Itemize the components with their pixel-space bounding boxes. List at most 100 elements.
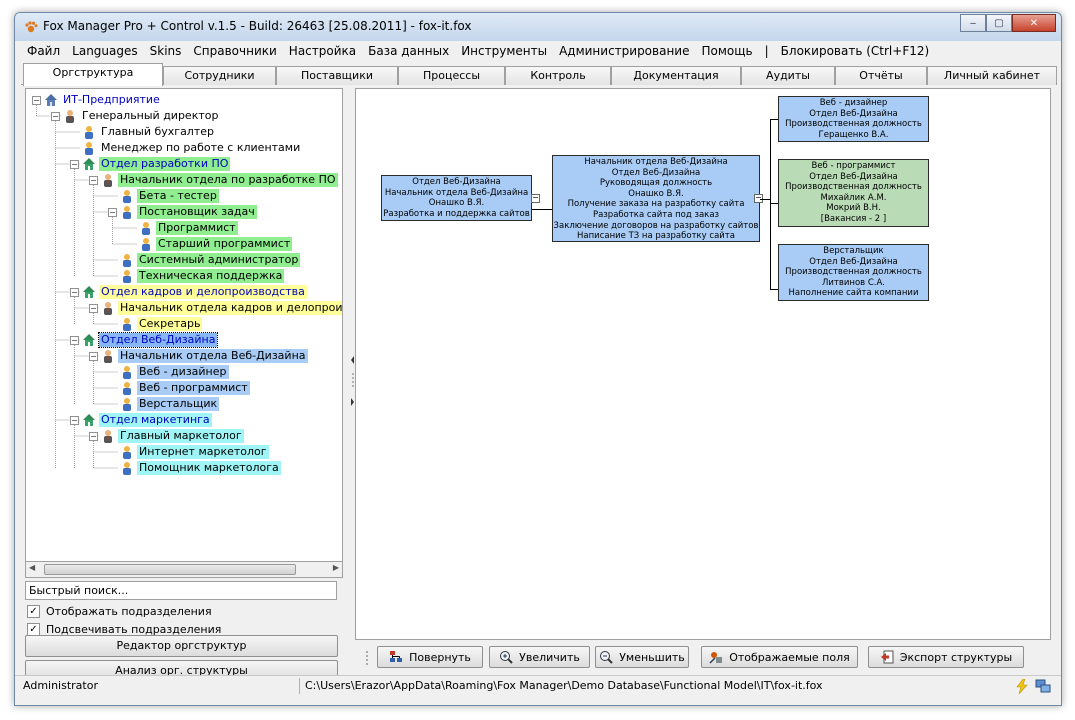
tree-collapse-icon[interactable]: − (89, 304, 98, 313)
menu-administration[interactable]: Администрирование (553, 44, 695, 58)
main-tabs: Оргструктура Сотрудники Поставщики Проце… (21, 63, 1057, 86)
tab-suppliers[interactable]: Поставщики (276, 66, 398, 85)
menu-references[interactable]: Справочники (187, 44, 282, 58)
tab-orgstructure[interactable]: Оргструктура (23, 63, 163, 86)
menu-tools[interactable]: Инструменты (455, 44, 553, 58)
left-panel: − ИТ-Предприятие − Генеральный директор Глав… (21, 86, 349, 682)
tab-employees[interactable]: Сотрудники (163, 66, 276, 85)
tree-node[interactable]: Отдел Веб-Дизайна (97, 332, 219, 348)
minimize-button[interactable]: ‒ (960, 14, 986, 32)
tree-node[interactable]: ИТ-Предприятие (61, 93, 162, 107)
tab-audits[interactable]: Аудиты (741, 66, 835, 85)
tree-node[interactable]: Отдел разработки ПО (99, 157, 231, 171)
tree-node[interactable]: Веб - дизайнер (137, 365, 229, 379)
menu-file[interactable]: Файл (21, 44, 66, 58)
menu-help[interactable]: Помощь (695, 44, 758, 58)
designer-box-line: Отдел Веб-Дизайна (809, 108, 898, 119)
scroll-right-icon[interactable]: ▶ (333, 563, 339, 572)
tree-node[interactable]: Секретарь (137, 317, 203, 331)
tree-node[interactable]: Отдел маркетинга (99, 413, 212, 427)
tab-reports[interactable]: Отчёты (835, 66, 927, 85)
tree-collapse-icon[interactable]: − (89, 176, 98, 185)
menu-languages[interactable]: Languages (66, 44, 143, 58)
org-tree[interactable]: − ИТ-Предприятие − Генеральный директор Глав… (25, 88, 343, 562)
tree-node[interactable]: Главный бухгалтер (99, 125, 216, 139)
menu-lock[interactable]: Блокировать (Ctrl+F12) (775, 44, 936, 58)
quick-search-input[interactable]: Быстрый поиск... (25, 581, 337, 600)
tree-node[interactable]: Программист (156, 221, 238, 235)
tab-documentation[interactable]: Документация (611, 66, 741, 85)
tree-node[interactable]: Начальник отдела кадров и делопроизводст… (118, 301, 342, 315)
network-icon[interactable] (1035, 679, 1051, 694)
tree-node[interactable]: Начальник отдела Веб-Дизайна (118, 349, 308, 363)
tree-node[interactable]: Постановщик задач (137, 205, 257, 219)
rotate-button[interactable]: Повернуть (377, 646, 483, 668)
chart-box-head[interactable]: Начальник отдела Веб-Дизайна Отдел Веб-Ди… (552, 155, 760, 242)
tab-personal-cabinet[interactable]: Личный кабинет (927, 66, 1057, 85)
head-box-line: Разработка сайта под заказ (592, 209, 720, 220)
tree-node[interactable]: Интернет маркетолог (137, 445, 269, 459)
chart-box-department[interactable]: Отдел Веб-Дизайна Начальник отдела Веб-Ди… (381, 175, 532, 221)
tree-node[interactable]: Помощник маркетолога (137, 461, 281, 475)
tree-collapse-icon[interactable]: − (70, 160, 79, 169)
tree-node[interactable]: Веб - программист (137, 381, 250, 395)
scrollbar-thumb[interactable] (44, 564, 296, 575)
tree-node[interactable]: Начальник отдела по разработке ПО (118, 173, 338, 187)
programmer-box-line: Веб - программист (811, 161, 896, 171)
head-box-line: Онашко В.Я. (628, 188, 684, 199)
tree-node[interactable]: Генеральный директор (80, 109, 220, 123)
tree-collapse-icon[interactable]: − (51, 112, 60, 121)
department-box-line: Отдел Веб-Дизайна (412, 177, 501, 187)
tree-collapse-icon[interactable]: − (32, 96, 41, 105)
tree-collapse-icon[interactable]: − (108, 208, 117, 217)
tree-node[interactable]: Старший программист (156, 237, 293, 251)
department-icon (82, 157, 96, 171)
menu-settings[interactable]: Настройка (283, 44, 362, 58)
tree-node[interactable]: Системный администратор (137, 253, 301, 267)
department-icon (82, 333, 96, 347)
tree-node[interactable]: Отдел кадров и делопроизводства (99, 285, 307, 299)
tree-collapse-icon[interactable]: − (89, 352, 98, 361)
collapse-dept-icon[interactable]: − (531, 194, 540, 203)
menu-database[interactable]: База данных (362, 44, 455, 58)
designer-box-line: Геращенко В.А. (818, 129, 889, 140)
scroll-left-icon[interactable]: ◀ (29, 563, 35, 572)
programmer-box-line: [Вакансия - 2 ] (820, 213, 887, 224)
tree-horizontal-scrollbar[interactable]: ◀ ▶ (25, 562, 343, 578)
display-fields-button[interactable]: Отображаемые поля (701, 646, 858, 668)
coder-box-line: Отдел Веб-Дизайна (809, 256, 898, 267)
tree-node[interactable]: Бета - тестер (137, 189, 219, 203)
person-icon (120, 205, 134, 219)
connector-line (770, 119, 778, 120)
show-units-checkbox[interactable]: ✓ (27, 604, 40, 618)
tree-node[interactable]: Техническая поддержка (137, 269, 285, 283)
lightning-icon[interactable] (1015, 679, 1029, 694)
tree-node[interactable]: Верстальщик (137, 397, 220, 411)
rotate-label: Повернуть (409, 650, 471, 664)
zoom-out-button[interactable]: Уменьшить (595, 646, 689, 668)
show-units-option[interactable]: ✓ Отображать подразделения (27, 603, 212, 619)
chart-box-web-designer[interactable]: Веб - дизайнер Отдел Веб-Дизайна Производс… (778, 96, 929, 142)
zoom-in-button[interactable]: Увеличить (489, 646, 590, 668)
org-editor-button[interactable]: Редактор оргструктур (25, 635, 338, 657)
manager-icon (101, 349, 115, 363)
highlight-units-label: Подсвечивать подразделения (46, 622, 222, 636)
maximize-button[interactable]: ▢ (986, 14, 1012, 32)
tab-control[interactable]: Контроль (505, 66, 611, 85)
highlight-units-checkbox[interactable]: ✓ (27, 622, 40, 636)
org-chart-canvas[interactable]: Отдел Веб-Дизайна Начальник отдела Веб-Ди… (355, 88, 1051, 640)
tree-collapse-icon[interactable]: − (89, 432, 98, 441)
tree-node[interactable]: Главный маркетолог (118, 429, 244, 443)
connector-line (760, 199, 770, 200)
menu-skins[interactable]: Skins (144, 44, 188, 58)
tree-node[interactable]: Менеджер по работе с клиентами (99, 141, 302, 155)
tab-processes[interactable]: Процессы (398, 66, 505, 85)
close-button[interactable]: ✕ (1012, 14, 1056, 32)
head-box-line: Отдел Веб-Дизайна (611, 167, 701, 178)
tree-collapse-icon[interactable]: − (70, 416, 79, 425)
chart-box-web-programmer[interactable]: Веб - программист Отдел Веб-Дизайна Произв… (778, 159, 929, 227)
tree-collapse-icon[interactable]: − (70, 336, 79, 345)
tree-collapse-icon[interactable]: − (70, 288, 79, 297)
chart-box-coder[interactable]: Верстальщик Отдел Веб-Дизайна Производстве… (778, 244, 929, 301)
export-structure-button[interactable]: Экспорт структуры (868, 646, 1024, 668)
